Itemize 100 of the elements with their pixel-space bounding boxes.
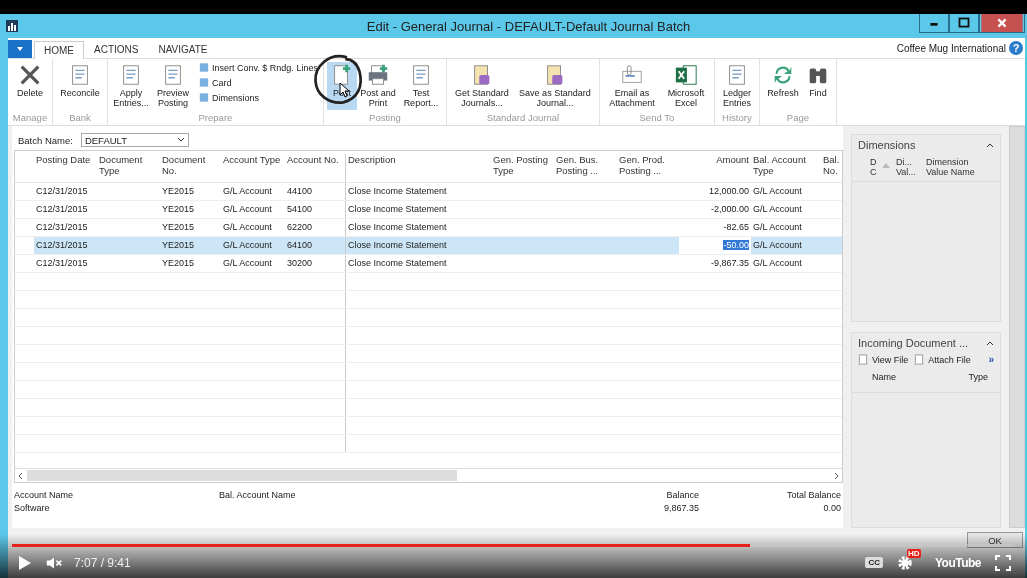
column-header[interactable]: Amount <box>679 154 751 182</box>
table-cell: G/L Account <box>753 186 802 196</box>
column-header[interactable]: Name <box>872 372 896 382</box>
ribbon-small-button[interactable]: Dimensions <box>197 92 320 103</box>
table-cell: YE2015 <box>162 240 195 250</box>
column-header[interactable]: Gen. Bus. Posting ... <box>554 154 617 182</box>
panel-action[interactable]: Attach File <box>914 354 971 365</box>
minimize-icon[interactable] <box>919 14 949 33</box>
ribbon-icon <box>673 63 698 87</box>
footer-value: 0.00 <box>823 503 841 513</box>
ribbon-button[interactable]: Preview Posting <box>151 62 195 110</box>
ribbon-button[interactable]: Reconcile <box>56 62 104 110</box>
table-row[interactable]: C12/31/2015 YE2015 G/L Account 54100 Close Income Statement -2,000.00 G/L Account <box>15 201 842 219</box>
table-cell: -82.65 <box>723 222 749 232</box>
table-cell: YE2015 <box>162 186 195 196</box>
ribbon-button[interactable]: Apply Entries... <box>111 62 151 110</box>
table-cell: 62200 <box>287 222 313 232</box>
table-cell: C12/31/2015 <box>36 204 88 214</box>
footer-label: Total Balance <box>786 490 841 500</box>
group-label: Bank <box>68 112 92 125</box>
group-label: Send To <box>638 112 676 125</box>
ribbon-button[interactable]: Get Standard Journals... <box>449 62 514 110</box>
column-header[interactable]: Di... Val... <box>896 157 918 177</box>
ribbon-button[interactable]: Email as Attachment <box>602 62 661 110</box>
progress-track[interactable] <box>12 544 1015 547</box>
collapse-icon[interactable] <box>986 340 995 346</box>
column-header[interactable]: Document Type <box>97 154 160 182</box>
collapse-icon[interactable] <box>986 142 995 148</box>
table-row[interactable]: C12/31/2015 YE2015 G/L Account 44100 Close Income Statement 12,000.00 G/L Account <box>15 183 842 201</box>
table-cell: -9,867.35 <box>710 258 749 268</box>
ribbon-small-button[interactable]: Insert Conv. $ Rndg. Lines <box>197 62 320 73</box>
column-header[interactable]: Bal. Account Type <box>751 154 821 182</box>
column-header[interactable]: Document No. <box>160 154 221 182</box>
file-icon <box>914 354 925 365</box>
fullscreen-icon[interactable] <box>995 554 1011 571</box>
panel-title: Dimensions <box>858 139 916 151</box>
scrollbar-thumb[interactable] <box>27 470 457 481</box>
column-header[interactable]: Account Type <box>221 154 285 182</box>
video-time: 7:07 / 9:41 <box>74 555 131 570</box>
table-row[interactable]: C12/31/2015 YE2015 G/L Account 30200 Close Income Statement -9,867.35 G/L Account <box>15 255 842 273</box>
settings-icon[interactable] <box>896 554 913 571</box>
small-icon <box>199 62 209 73</box>
ribbon-button[interactable]: Post and Print <box>356 62 399 110</box>
table-cell: G/L Account <box>753 204 802 214</box>
field-label: Batch Name: <box>18 134 73 146</box>
panel-action[interactable]: View File <box>858 354 909 365</box>
ribbon-button[interactable]: Find <box>802 62 833 110</box>
ribbon-button[interactable]: Test Report... <box>398 62 443 110</box>
vertical-scrollbar[interactable] <box>1009 126 1025 528</box>
column-header[interactable]: Gen. Posting Type <box>491 154 554 182</box>
ribbon-button[interactable]: Delete <box>11 62 49 110</box>
table-cell: G/L Account <box>223 258 272 268</box>
column-header[interactable]: Bal. No. <box>821 154 842 182</box>
footer-label: Bal. Account Name <box>219 490 297 500</box>
group-label: Prepare <box>197 112 234 125</box>
table-cell: Close Income Statement <box>348 258 447 268</box>
table-cell: 12,000.00 <box>708 186 749 196</box>
footer-label: Account Name <box>14 490 75 500</box>
ribbon-button[interactable]: Ledger Entries <box>717 62 756 110</box>
column-header[interactable]: Posting Date <box>34 154 97 182</box>
group-label: Posting <box>368 112 402 125</box>
table-cell: 54100 <box>287 204 313 214</box>
close-icon[interactable] <box>979 14 1025 33</box>
column-header[interactable]: Account No. <box>285 154 345 182</box>
window-title: Edit - General Journal - DEFAULT-Default Journal Batch <box>365 18 692 34</box>
play-icon[interactable] <box>16 554 32 571</box>
captions-button[interactable]: CC <box>865 557 883 568</box>
table-row[interactable]: C12/31/2015 YE2015 G/L Account 64100 Close Income Statement -50.00 G/L Account <box>15 237 842 255</box>
panel-title: Incoming Document ... <box>858 337 969 349</box>
small-icon <box>199 77 209 88</box>
column-header[interactable]: D C <box>870 157 878 177</box>
ribbon-small-button[interactable]: Card <box>197 77 320 88</box>
ribbon-button[interactable]: Microsoft Excel <box>660 62 711 110</box>
maximize-icon[interactable] <box>949 14 979 33</box>
table-cell: G/L Account <box>223 240 272 250</box>
column-header[interactable]: Type <box>968 372 989 382</box>
table-cell: C12/31/2015 <box>36 222 88 232</box>
column-header[interactable]: Description <box>345 154 491 182</box>
group-label: Page <box>785 112 810 125</box>
more-button[interactable]: » <box>988 354 995 365</box>
table-cell: Close Income Statement <box>348 222 447 232</box>
ribbon-tab[interactable]: NAVIGATE <box>148 40 218 58</box>
group-label: Manage <box>11 112 49 125</box>
ribbon-tab[interactable]: HOME <box>34 41 84 59</box>
column-header[interactable]: Dimension Value Name <box>926 157 986 177</box>
table-cell: 30200 <box>287 258 313 268</box>
ribbon-button[interactable]: Refresh <box>762 62 803 110</box>
dropdown-icon[interactable] <box>8 40 32 58</box>
ribbon-icon <box>18 63 42 87</box>
batch-dropdown[interactable]: DEFAULT <box>80 133 189 147</box>
app-icon <box>6 20 18 32</box>
help-button[interactable]: ? <box>1009 41 1023 55</box>
youtube-logo[interactable]: YouTube <box>934 555 981 570</box>
table-cell: YE2015 <box>162 222 195 232</box>
table-cell: -50.00 <box>723 240 749 250</box>
ribbon-tab[interactable]: ACTIONS <box>84 40 149 58</box>
ok-button[interactable]: OK <box>967 532 1023 548</box>
column-header[interactable]: Gen. Prod. Posting ... <box>617 154 679 182</box>
ribbon-button[interactable]: Save as Standard Journal... <box>513 62 596 110</box>
table-cell: 64100 <box>287 240 313 250</box>
